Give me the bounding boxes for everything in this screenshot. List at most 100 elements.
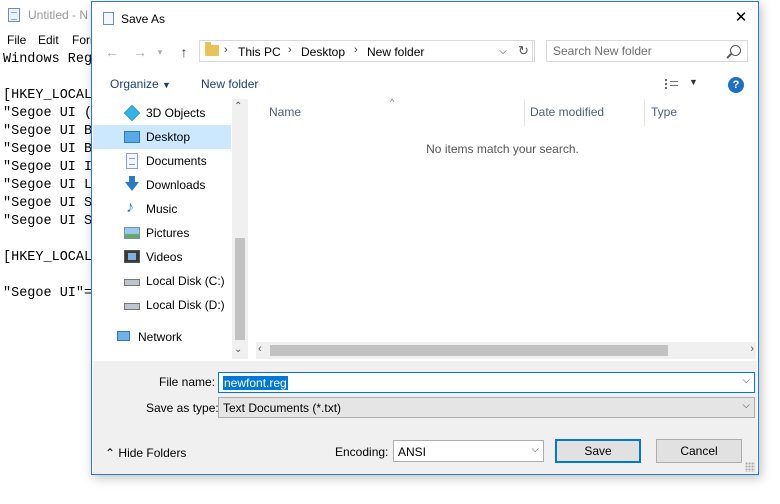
nav-item-label: Videos (146, 250, 183, 264)
nav-item-videos[interactable]: Videos (93, 245, 231, 269)
help-icon[interactable]: ? (728, 77, 744, 93)
nav-item-music[interactable]: ♪ Music (93, 197, 231, 221)
chevron-down-icon: ▼ (689, 77, 698, 87)
scroll-up-icon[interactable]: ⌃ (234, 101, 242, 112)
breadcrumb-new-folder[interactable]: New folder (367, 45, 424, 59)
nav-item-documents[interactable]: Documents (93, 149, 231, 173)
editor-line: [HKEY_LOCAL (3, 88, 92, 103)
file-list[interactable]: ^ Name Date modified Type No items match… (249, 97, 756, 355)
videos-icon (124, 250, 140, 263)
column-divider[interactable] (524, 99, 525, 126)
editor-line: [HKEY_LOCAL (3, 250, 92, 265)
nav-item-network[interactable]: Network (93, 325, 231, 349)
save-as-type-select[interactable]: Text Documents (*.txt) ⌵ (218, 397, 755, 418)
nav-pane-scrollbar[interactable]: ⌃ ⌄ (232, 99, 248, 359)
chevron-right-icon[interactable]: › (224, 44, 228, 56)
sort-up-icon: ^ (390, 97, 395, 107)
nav-item-pictures[interactable]: Pictures (93, 221, 231, 245)
organize-button[interactable]: Organize ▼ (110, 77, 171, 91)
chevron-right-icon[interactable]: › (288, 44, 292, 56)
column-header-date-modified[interactable]: Date modified (530, 105, 604, 119)
editor-line: "Segoe UI L (3, 178, 92, 193)
file-list-hscrollbar[interactable]: ‹ › (256, 342, 756, 359)
nav-item-label: Music (146, 202, 178, 216)
menu-file[interactable]: File (7, 33, 26, 47)
nav-item-downloads[interactable]: Downloads (93, 173, 231, 197)
search-box[interactable] (546, 40, 748, 62)
column-header-type[interactable]: Type (651, 105, 677, 119)
up-arrow-icon[interactable]: ↑ (174, 42, 194, 62)
encoding-select[interactable]: ANSI ⌵ (393, 440, 544, 462)
scroll-left-icon[interactable]: ‹ (258, 343, 262, 355)
nav-item-label: Pictures (146, 226, 190, 240)
scrollbar-thumb[interactable] (270, 345, 668, 356)
chevron-down-icon[interactable]: ⌵ (742, 400, 750, 411)
recent-chevron-icon[interactable]: ▾ (150, 42, 170, 62)
refresh-icon[interactable]: ↻ (513, 40, 535, 62)
column-divider[interactable] (644, 99, 645, 126)
organize-label: Organize (110, 77, 159, 91)
resize-grip-icon[interactable] (745, 462, 755, 472)
address-bar[interactable]: › This PC › Desktop › New folder (199, 40, 533, 62)
menu-edit[interactable]: Edit (38, 33, 59, 47)
desktop-icon (124, 131, 140, 143)
nav-item-local-disk-c[interactable]: Local Disk (C:) (93, 269, 231, 293)
local-disk-icon (124, 303, 140, 310)
scroll-right-icon[interactable]: › (750, 343, 754, 355)
editor-line: Windows Reg (3, 52, 92, 67)
chevron-down-icon: ▼ (162, 80, 171, 90)
save-as-type-label: Save as type: (146, 401, 219, 415)
back-arrow-icon[interactable]: ← (102, 42, 122, 62)
dialog-title: Save As (121, 12, 166, 26)
breadcrumb-this-pc[interactable]: This PC (238, 45, 281, 59)
scroll-down-icon[interactable]: ⌄ (234, 344, 242, 355)
nav-item-desktop[interactable]: Desktop (93, 125, 231, 149)
nav-item-3d-objects[interactable]: 3D Objects (93, 101, 231, 125)
breadcrumb-desktop[interactable]: Desktop (301, 45, 345, 59)
downloads-icon (125, 176, 139, 191)
nav-item-local-disk-d[interactable]: Local Disk (D:) (93, 293, 231, 317)
nav-item-label: Desktop (146, 130, 191, 144)
file-name-field[interactable]: newfont.reg ⌵ (218, 372, 755, 393)
empty-folder-message: No items match your search. (426, 142, 579, 156)
details-view-icon (665, 79, 681, 89)
change-view-button[interactable]: ▼ (665, 76, 701, 94)
chevron-down-icon[interactable]: ⌵ (531, 444, 539, 455)
address-dropdown-icon[interactable]: ⌵ (496, 42, 510, 62)
editor-line: "Segoe UI I (3, 160, 92, 175)
scrollbar-thumb[interactable] (235, 238, 245, 340)
save-as-dialog: Save As ✕ ← → ▾ ↑ › This PC › Desktop › … (91, 1, 759, 475)
hide-folders-button[interactable]: ⌃ Hide Folders (105, 446, 186, 460)
nav-item-label: Network (138, 330, 183, 344)
save-as-type-value: Text Documents (*.txt) (223, 401, 342, 415)
editor-line: "Segoe UI ( (3, 106, 92, 121)
dialog-titlebar: Save As ✕ (92, 2, 758, 34)
save-button[interactable]: Save (555, 439, 641, 463)
editor-line: "Segoe UI"= (3, 286, 92, 301)
music-icon: ♪ (126, 199, 134, 216)
notepad-editor[interactable]: Windows Reg [HKEY_LOCAL "Segoe UI ( "Seg… (0, 50, 92, 504)
close-icon[interactable]: ✕ (724, 2, 758, 34)
nav-item-label: Local Disk (D:) (146, 298, 225, 312)
editor-line: "Segoe UI S (3, 214, 92, 229)
chevron-right-icon[interactable]: › (354, 44, 358, 56)
cancel-button[interactable]: Cancel (656, 439, 742, 463)
editor-line: "Segoe UI B (3, 124, 92, 139)
navigation-pane: 3D Objects Desktop Documents Downloads ♪… (93, 99, 247, 357)
encoding-label: Encoding: (335, 445, 389, 459)
forward-arrow-icon[interactable]: → (130, 42, 150, 62)
file-name-value[interactable]: newfont.reg (223, 376, 288, 390)
pictures-icon (124, 227, 140, 239)
3d-objects-icon (123, 104, 141, 122)
column-header-name[interactable]: Name (269, 105, 301, 119)
chevron-down-icon[interactable]: ⌵ (742, 375, 750, 386)
new-folder-button[interactable]: New folder (201, 77, 258, 91)
dialog-icon (103, 12, 114, 25)
file-name-label: File name: (159, 375, 216, 389)
search-icon[interactable] (730, 45, 741, 56)
search-input[interactable] (553, 44, 723, 58)
notepad-title: Untitled - N (28, 8, 89, 22)
encoding-value: ANSI (398, 445, 427, 459)
editor-line: "Segoe UI B (3, 142, 92, 157)
network-icon (117, 331, 130, 341)
